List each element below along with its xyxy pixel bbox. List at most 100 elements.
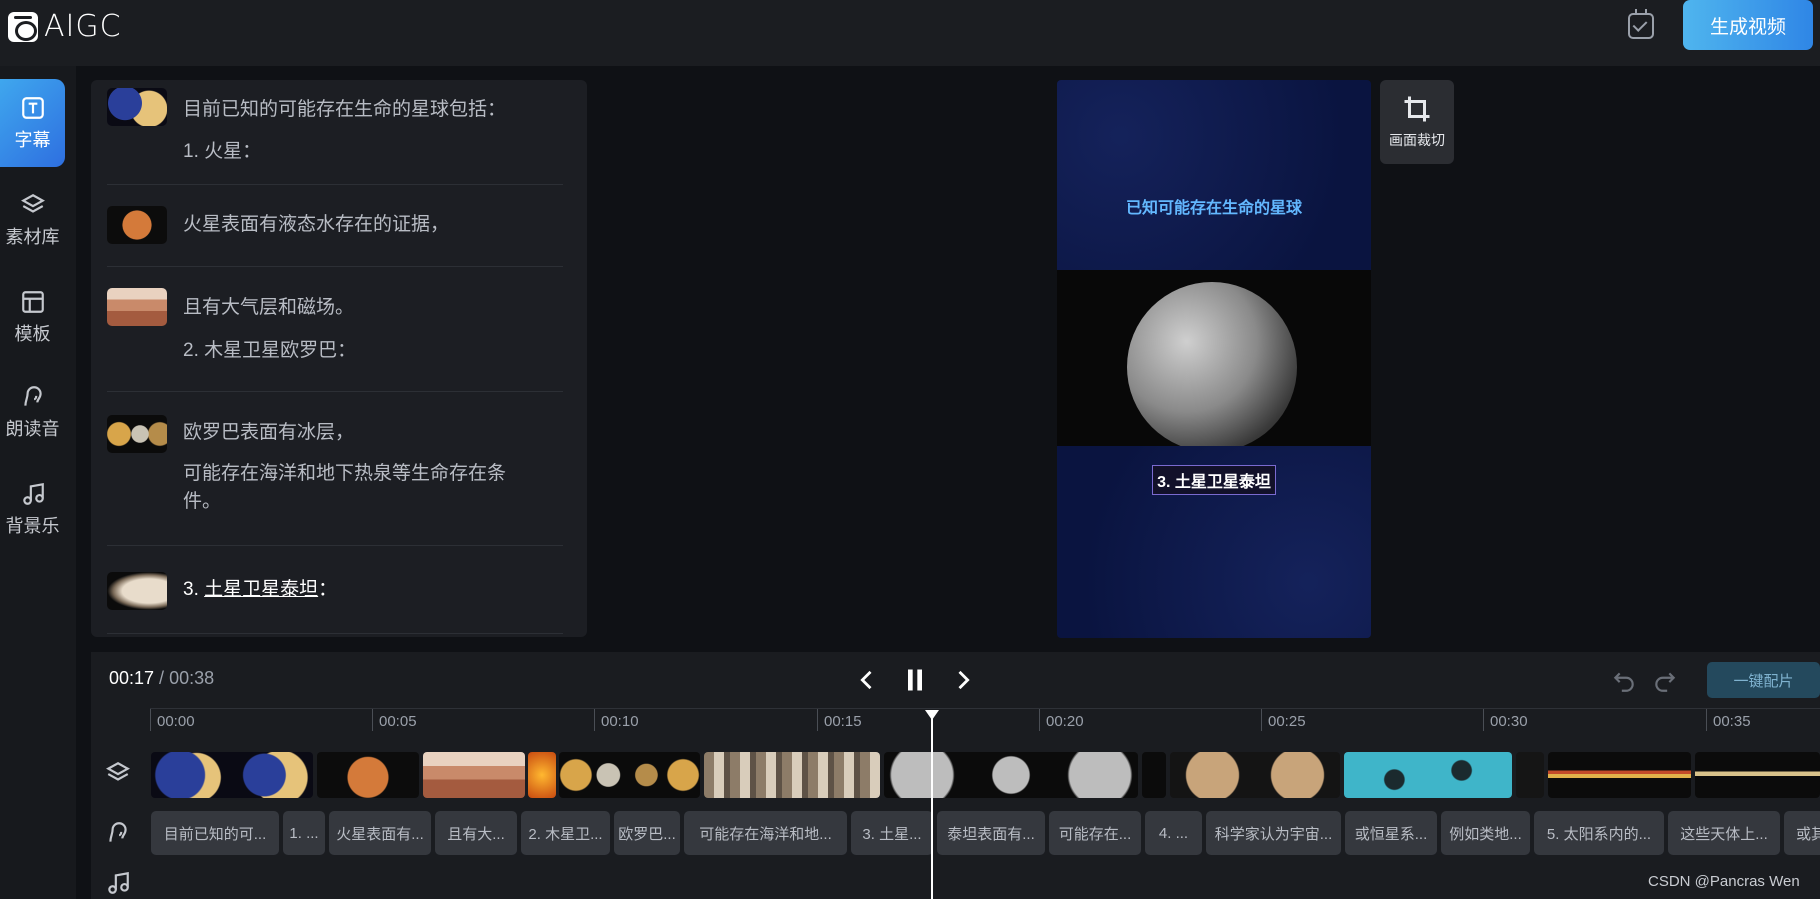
logo-icon bbox=[8, 11, 38, 42]
redo-icon bbox=[1655, 672, 1676, 692]
timeline: 00:17 / 00:38 一键配片 00:00 00:05 00:10 00:… bbox=[91, 652, 1820, 899]
subtitle-clip[interactable]: 5. 太阳系内的... bbox=[1534, 811, 1664, 855]
subtitle-entry[interactable]: 欧罗巴表面有冰层， 可能存在海洋和地下热泉等生命存在条 件。 bbox=[107, 392, 563, 546]
subtitle-entry-active[interactable]: 3. 土星卫星泰坦： bbox=[107, 546, 563, 634]
subtitle-text-active: 3. 土星卫星泰坦： bbox=[183, 576, 337, 604]
task-check-icon[interactable] bbox=[1628, 9, 1654, 39]
sidebar-item-templates[interactable]: 模板 bbox=[0, 273, 65, 361]
subtitle-text: 且有大气层和磁场。 bbox=[183, 297, 355, 318]
undo-icon bbox=[1613, 672, 1634, 692]
playhead[interactable] bbox=[925, 710, 939, 899]
video-clip[interactable] bbox=[1170, 752, 1340, 798]
redo-button[interactable] bbox=[1652, 668, 1678, 694]
subtitle-clip[interactable]: 可能存在... bbox=[1049, 811, 1141, 855]
voice-icon bbox=[105, 820, 131, 846]
video-preview[interactable]: 已知可能存在生命的星球 3. 土星卫星泰坦 bbox=[1057, 80, 1371, 638]
sidebar-item-label: 素材库 bbox=[5, 227, 60, 247]
video-clip[interactable] bbox=[528, 752, 556, 798]
subtitle-clip[interactable]: 且有大... bbox=[435, 811, 517, 855]
video-clip[interactable] bbox=[1695, 752, 1820, 798]
crop-icon bbox=[1404, 96, 1430, 122]
preview-image bbox=[1057, 270, 1371, 446]
subtitle-text: 火星表面有液态水存在的证据， bbox=[183, 214, 450, 235]
video-clip[interactable] bbox=[1344, 752, 1512, 798]
subtitle-text: 目前已知的可能存在生命的星球包括： bbox=[183, 99, 507, 120]
ruler-tick: 00:20 bbox=[1039, 709, 1084, 731]
next-button[interactable] bbox=[949, 666, 977, 694]
video-clip[interactable] bbox=[151, 752, 313, 798]
subtitle-entry[interactable]: 且有大气层和磁场。 2. 木星卫星欧罗巴： bbox=[107, 267, 563, 392]
prev-button[interactable] bbox=[853, 666, 881, 694]
subtitle-clip[interactable]: 4. ... bbox=[1145, 811, 1202, 855]
ruler-tick: 00:35 bbox=[1706, 709, 1751, 731]
total-time: 00:38 bbox=[169, 668, 215, 688]
logo-text: AIGC bbox=[44, 9, 122, 44]
sidebar: 字幕 素材库 模板 朗读音 背景乐 bbox=[0, 66, 76, 899]
layers-icon bbox=[19, 191, 47, 219]
ruler-tick: 00:05 bbox=[372, 709, 417, 731]
subtitle-clip[interactable]: 或其 bbox=[1784, 811, 1820, 855]
thumbnail-image bbox=[107, 572, 167, 610]
video-clip[interactable] bbox=[1548, 752, 1691, 798]
preview-caption: 3. 土星卫星泰坦 bbox=[1057, 465, 1371, 495]
subtitle-clip[interactable]: 1. ... bbox=[283, 811, 325, 855]
subtitle-clip[interactable]: 或恒星系... bbox=[1345, 811, 1437, 855]
thumbnail-image bbox=[107, 288, 167, 326]
pause-button[interactable] bbox=[901, 666, 929, 694]
video-clip[interactable] bbox=[559, 752, 700, 798]
crop-button-label: 画面裁切 bbox=[1389, 132, 1445, 148]
subtitle-clip[interactable]: 欧罗巴... bbox=[614, 811, 680, 855]
subtitle-clip[interactable]: 3. 土星... bbox=[851, 811, 933, 855]
preview-title: 已知可能存在生命的星球 bbox=[1125, 200, 1302, 217]
subtitle-clip[interactable]: 2. 木星卫... bbox=[521, 811, 610, 855]
subtitle-icon bbox=[19, 94, 47, 122]
subtitle-clip[interactable]: 科学家认为宇宙... bbox=[1206, 811, 1341, 855]
top-bar: AIGC 生成视频 bbox=[0, 0, 1820, 66]
time-ruler: 00:00 00:05 00:10 00:15 00:20 00:25 00:3… bbox=[150, 708, 1820, 731]
generate-video-button[interactable]: 生成视频 bbox=[1683, 0, 1813, 50]
logo: AIGC bbox=[8, 9, 122, 44]
ruler-tick: 00:10 bbox=[594, 709, 639, 731]
undo-button[interactable] bbox=[1611, 668, 1637, 694]
subtitle-entry[interactable]: 火星表面有液态水存在的证据， bbox=[107, 185, 563, 267]
sidebar-item-voice[interactable]: 朗读音 bbox=[0, 368, 65, 456]
ruler-tick: 00:15 bbox=[817, 709, 862, 731]
subtitle-text: 欧罗巴表面有冰层， bbox=[183, 422, 355, 443]
sidebar-item-subtitles[interactable]: 字幕 bbox=[0, 79, 65, 167]
subtitle-clip[interactable]: 火星表面有... bbox=[329, 811, 431, 855]
current-time: 00:17 bbox=[109, 668, 155, 688]
ruler-tick: 00:00 bbox=[150, 709, 195, 731]
subtitle-clip[interactable]: 可能存在海洋和地... bbox=[684, 811, 847, 855]
thumbnail-image bbox=[107, 415, 167, 453]
video-clip[interactable] bbox=[884, 752, 1138, 798]
subtitle-prefix: 3. bbox=[183, 579, 205, 600]
subtitle-clip[interactable]: 目前已知的可... bbox=[151, 811, 279, 855]
auto-match-button[interactable]: 一键配片 bbox=[1707, 662, 1820, 698]
layers-icon bbox=[105, 760, 131, 786]
thumbnail-image bbox=[107, 88, 167, 126]
chevron-right-icon bbox=[958, 670, 970, 690]
subtitle-suffix: ： bbox=[318, 579, 338, 600]
video-clip[interactable] bbox=[1516, 752, 1544, 798]
sidebar-item-label: 字幕 bbox=[14, 130, 51, 150]
preview-caption-text: 3. 土星卫星泰坦 bbox=[1152, 465, 1276, 495]
video-clip[interactable] bbox=[317, 752, 419, 798]
subtitle-text: 2. 木星卫星欧罗巴： bbox=[183, 340, 357, 361]
music-icon bbox=[19, 480, 47, 508]
sidebar-item-music[interactable]: 背景乐 bbox=[0, 465, 65, 553]
crop-button[interactable]: 画面裁切 bbox=[1380, 80, 1454, 164]
subtitle-clip[interactable]: 这些天体上... bbox=[1668, 811, 1780, 855]
subtitle-clip[interactable]: 例如类地... bbox=[1441, 811, 1530, 855]
time-display: 00:17 / 00:38 bbox=[109, 668, 214, 689]
subtitle-text: 件。 bbox=[183, 491, 222, 512]
video-track bbox=[151, 752, 1820, 798]
sidebar-item-label: 朗读音 bbox=[5, 419, 60, 439]
voice-icon bbox=[19, 383, 47, 411]
subtitle-text: 可能存在海洋和地下热泉等生命存在条 bbox=[183, 463, 507, 484]
video-clip[interactable] bbox=[704, 752, 880, 798]
video-clip[interactable] bbox=[423, 752, 525, 798]
subtitle-entry[interactable]: 目前已知的可能存在生命的星球包括： 1. 火星： bbox=[107, 84, 563, 185]
subtitle-clip[interactable]: 泰坦表面有... bbox=[937, 811, 1045, 855]
video-clip[interactable] bbox=[1142, 752, 1166, 798]
sidebar-item-materials[interactable]: 素材库 bbox=[0, 176, 65, 264]
